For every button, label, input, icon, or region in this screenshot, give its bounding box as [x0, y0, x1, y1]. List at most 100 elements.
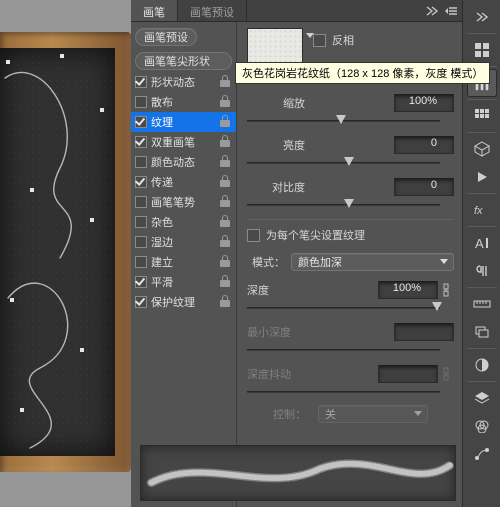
brush-option-1[interactable]: 散布 — [131, 92, 236, 112]
character-icon[interactable]: A — [467, 229, 497, 257]
brush-presets-button[interactable]: 画笔预设 — [135, 28, 197, 46]
each-tip-label: 为每个笔尖设置纹理 — [266, 227, 365, 243]
brush-option-label: 杂色 — [151, 214, 173, 230]
lock-icon[interactable] — [220, 275, 230, 287]
brush-option-checkbox[interactable] — [135, 196, 147, 208]
mode-dropdown[interactable]: 颜色加深 — [291, 253, 454, 271]
lock-icon[interactable] — [220, 175, 230, 187]
min-depth-slider — [247, 343, 450, 357]
brush-option-label: 形状动态 — [151, 74, 195, 90]
brush-option-list: 画笔预设 画笔笔尖形状 形状动态散布纹理双重画笔颜色动态传递画笔笔势杂色湿边建立… — [131, 22, 237, 507]
brush-option-checkbox[interactable] — [135, 76, 147, 88]
depth-input[interactable]: 100% — [378, 281, 438, 299]
brush-option-label: 纹理 — [151, 114, 173, 130]
brush-option-0[interactable]: 形状动态 — [131, 72, 236, 92]
control-label: 控制： — [273, 406, 312, 422]
lock-icon[interactable] — [220, 115, 230, 127]
brush-option-label: 双重画笔 — [151, 134, 195, 150]
svg-text:fx: fx — [474, 205, 483, 217]
brush-option-checkbox[interactable] — [135, 276, 147, 288]
brush-option-checkbox[interactable] — [135, 216, 147, 228]
depth-slider[interactable] — [247, 301, 450, 315]
lock-icon[interactable] — [220, 235, 230, 247]
brush-option-4[interactable]: 颜色动态 — [131, 152, 236, 172]
brush-option-label: 保护纹理 — [151, 294, 195, 310]
brush-option-checkbox[interactable] — [135, 176, 147, 188]
texture-settings: 反相 缩放 100% 亮度 0 对比度 0 — [237, 22, 462, 507]
lock-icon[interactable] — [220, 155, 230, 167]
brush-option-7[interactable]: 杂色 — [131, 212, 236, 232]
brush-option-checkbox[interactable] — [135, 256, 147, 268]
contrast-input[interactable]: 0 — [394, 178, 454, 196]
contrast-slider[interactable] — [247, 198, 450, 212]
channels-icon[interactable] — [467, 412, 497, 440]
invert-label: 反相 — [332, 32, 354, 48]
scale-input[interactable]: 100% — [394, 94, 454, 112]
brightness-label: 亮度 — [247, 137, 311, 153]
depth-link-icon[interactable] — [438, 283, 454, 297]
depth-jitter-label: 深度抖动 — [247, 366, 311, 382]
cube-icon[interactable] — [467, 135, 497, 163]
brush-option-label: 颜色动态 — [151, 154, 195, 170]
brush-option-10[interactable]: 平滑 — [131, 272, 236, 292]
contrast-label: 对比度 — [247, 179, 311, 195]
measure-icon[interactable] — [467, 290, 497, 318]
layers-icon[interactable] — [467, 384, 497, 412]
paths-icon[interactable] — [467, 440, 497, 468]
lock-icon[interactable] — [220, 195, 230, 207]
tab-brush[interactable]: 画笔 — [131, 0, 178, 21]
scale-label: 缩放 — [247, 95, 311, 111]
min-depth-input — [394, 323, 454, 341]
svg-text:A: A — [475, 236, 484, 250]
canvas-area — [0, 0, 131, 507]
brush-option-8[interactable]: 湿边 — [131, 232, 236, 252]
stroke-preview — [140, 445, 456, 501]
panel-collapse-icon[interactable] — [422, 0, 442, 21]
brush-option-5[interactable]: 传递 — [131, 172, 236, 192]
layers-small-icon[interactable] — [467, 318, 497, 346]
panel-menu-icon[interactable] — [442, 0, 462, 21]
brush-option-label: 散布 — [151, 94, 173, 110]
play-icon[interactable] — [467, 163, 497, 191]
brush-option-label: 平滑 — [151, 274, 173, 290]
brush-option-checkbox[interactable] — [135, 156, 147, 168]
brush-option-9[interactable]: 建立 — [131, 252, 236, 272]
brush-option-11[interactable]: 保护纹理 — [131, 292, 236, 312]
grid-icon[interactable] — [467, 36, 497, 64]
depth-jitter-slider — [247, 385, 450, 399]
tab-brush-presets[interactable]: 画笔预设 — [178, 0, 247, 21]
brush-tip-shape-button[interactable]: 画笔笔尖形状 — [135, 52, 232, 70]
fx-icon[interactable]: fx — [467, 196, 497, 224]
lock-icon[interactable] — [220, 75, 230, 87]
brush-option-checkbox[interactable] — [135, 116, 147, 128]
lock-icon[interactable] — [220, 295, 230, 307]
brightness-slider[interactable] — [247, 156, 450, 170]
texture-tooltip: 灰色花岗岩花纹纸（128 x 128 像素，灰度 模式） — [235, 62, 490, 84]
brush-option-checkbox[interactable] — [135, 236, 147, 248]
lock-icon[interactable] — [220, 215, 230, 227]
artboard[interactable] — [0, 48, 115, 456]
control-dropdown: 关 — [318, 405, 428, 423]
mode-label: 模式： — [247, 254, 291, 270]
lock-icon[interactable] — [220, 95, 230, 107]
brush-option-2[interactable]: 纹理 — [131, 112, 236, 132]
swatches-icon[interactable] — [467, 102, 497, 130]
brush-option-label: 湿边 — [151, 234, 173, 250]
brush-option-checkbox[interactable] — [135, 296, 147, 308]
brush-option-checkbox[interactable] — [135, 136, 147, 148]
rail-collapse-icon[interactable] — [467, 3, 497, 31]
lock-icon[interactable] — [220, 255, 230, 267]
adjust-icon[interactable] — [467, 351, 497, 379]
paragraph-icon[interactable] — [467, 257, 497, 285]
each-tip-checkbox[interactable] — [247, 229, 260, 242]
brush-option-6[interactable]: 画笔笔势 — [131, 192, 236, 212]
scale-slider[interactable] — [247, 114, 450, 128]
depth-label: 深度 — [247, 282, 291, 298]
brush-option-3[interactable]: 双重画笔 — [131, 132, 236, 152]
brightness-input[interactable]: 0 — [394, 136, 454, 154]
brush-option-checkbox[interactable] — [135, 96, 147, 108]
panel-tabs: 画笔 画笔预设 — [131, 0, 462, 22]
lock-icon[interactable] — [220, 135, 230, 147]
invert-checkbox[interactable] — [313, 34, 326, 47]
brush-option-label: 画笔笔势 — [151, 194, 195, 210]
